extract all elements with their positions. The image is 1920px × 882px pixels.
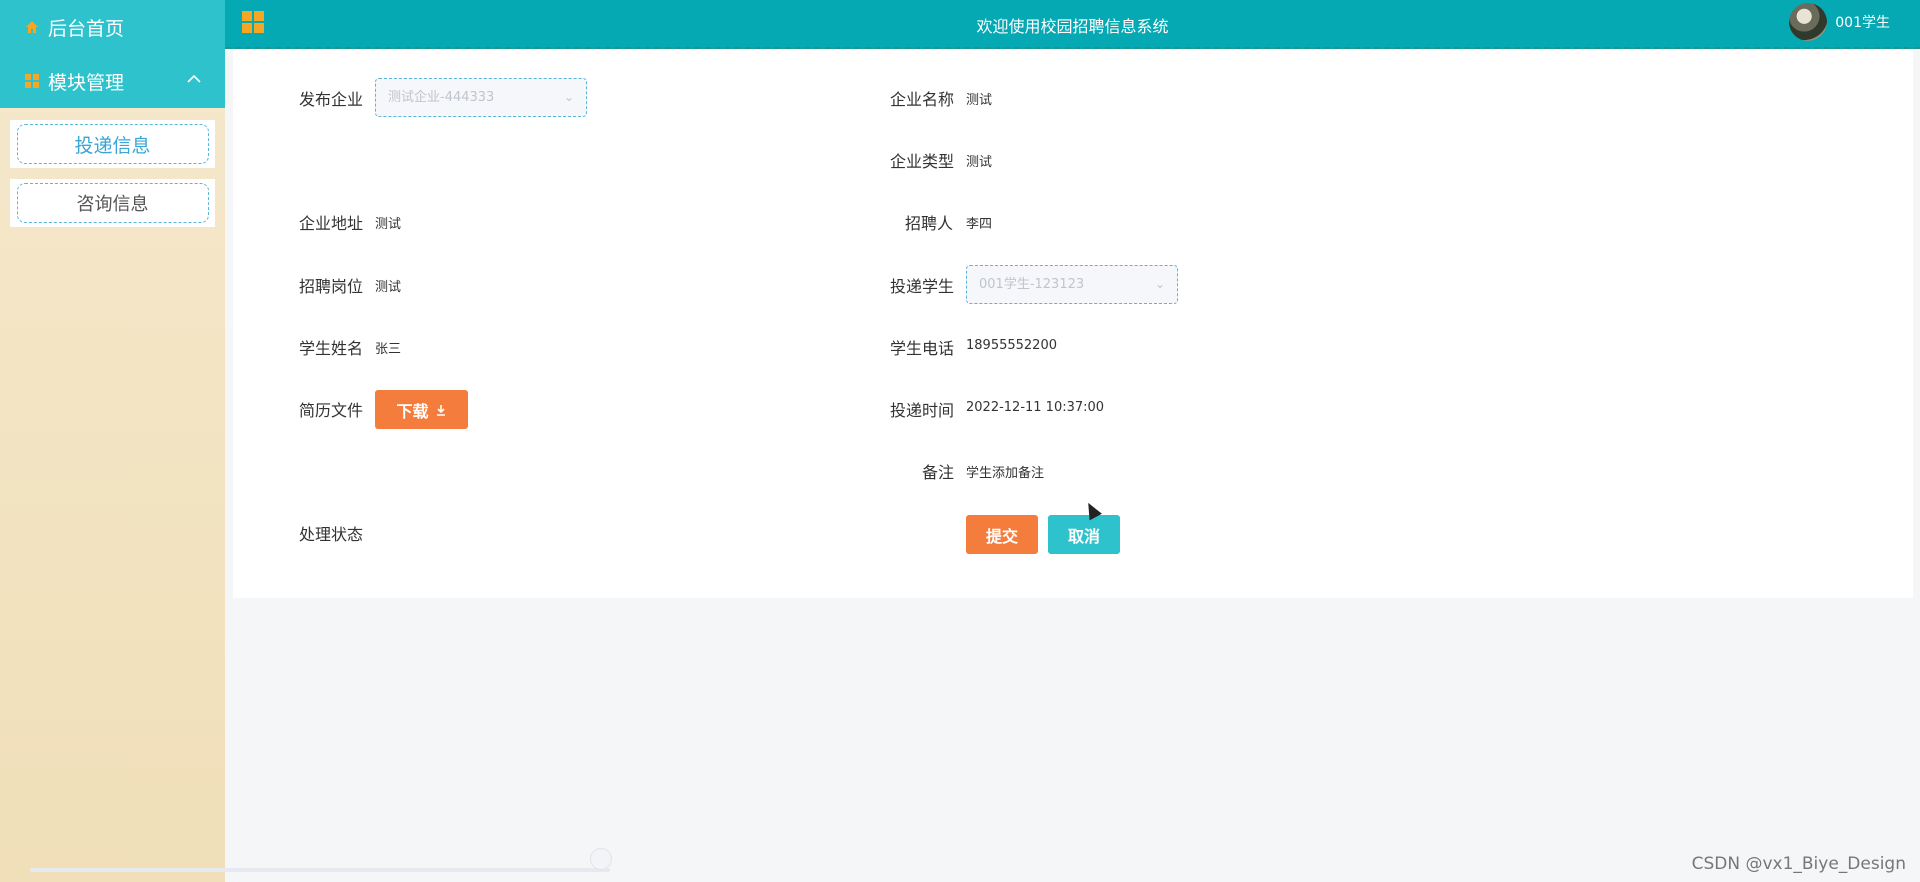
company-address-label: 企业地址	[299, 214, 364, 233]
resume-label: 简历文件	[299, 401, 364, 420]
submenu: 投递信息 咨询信息	[0, 108, 225, 227]
remark-value: 学生添加备注	[966, 466, 1045, 481]
sidebar-top: 后台首页 模块管理	[0, 0, 225, 108]
sidebar-item-module[interactable]: 模块管理	[0, 54, 225, 108]
sidebar-item-delivery[interactable]: 投递信息	[10, 120, 215, 168]
chevron-down-icon: ⌄	[1154, 277, 1165, 291]
sidebar-module-label: 模块管理	[48, 71, 125, 94]
grid-icon	[24, 73, 40, 89]
sidebar-item-consult[interactable]: 咨询信息	[10, 179, 215, 227]
submit-button[interactable]: 提交	[966, 515, 1038, 554]
download-icon	[435, 404, 447, 416]
page-title: 欢迎使用校园招聘信息系统	[976, 17, 1169, 36]
scrollbar-thumb[interactable]	[590, 848, 612, 870]
sidebar-item-home[interactable]: 后台首页	[0, 0, 225, 54]
publisher-label: 发布企业	[299, 90, 364, 109]
horizontal-scrollbar[interactable]	[30, 848, 612, 872]
remark-label: 备注	[922, 463, 955, 482]
delivery-time-label: 投递时间	[890, 401, 955, 420]
student-name-label: 学生姓名	[299, 339, 364, 358]
student-label: 投递学生	[890, 277, 955, 296]
student-phone-value: 18955552200	[966, 338, 1057, 353]
user-menu[interactable]: 001学生	[1789, 3, 1890, 41]
chevron-down-icon: ⌄	[563, 90, 574, 104]
company-type-label: 企业类型	[890, 152, 955, 171]
status-label: 处理状态	[299, 525, 364, 544]
publisher-select-value: 测试企业-444333	[388, 90, 495, 105]
company-address-value: 测试	[375, 217, 402, 232]
sidebar: 后台首页 模块管理 投递信息 咨询信息	[0, 0, 612, 882]
user-name: 001学生	[1835, 15, 1890, 31]
sidebar-item-consult-label: 咨询信息	[16, 183, 209, 223]
download-button[interactable]: 下载	[375, 390, 468, 429]
top-header: 欢迎使用校园招聘信息系统 001学生	[225, 0, 1920, 49]
download-label: 下载	[396, 401, 429, 421]
watermark: CSDN @vx1_Biye_Design	[1691, 854, 1906, 874]
company-type-value: 测试	[966, 155, 993, 170]
delivery-time-value: 2022-12-11 10:37:00	[966, 400, 1105, 415]
form-card: 发布企业 测试企业-444333 ⌄ 企业名称 测试 企业类型 测试 企业地址 …	[233, 49, 1913, 598]
recruiter-value: 李四	[966, 217, 993, 232]
sidebar-item-delivery-label: 投递信息	[16, 124, 209, 164]
student-select-value: 001学生-123123	[979, 277, 1085, 292]
student-phone-label: 学生电话	[890, 339, 955, 358]
student-name-value: 张三	[375, 342, 402, 357]
position-label: 招聘岗位	[299, 277, 364, 296]
avatar[interactable]	[1789, 3, 1828, 41]
chevron-up-icon	[187, 72, 201, 88]
company-name-value: 测试	[966, 93, 993, 108]
company-name-label: 企业名称	[890, 90, 955, 109]
recruiter-label: 招聘人	[905, 214, 954, 233]
home-icon	[24, 19, 40, 35]
cancel-button[interactable]: 取消	[1048, 515, 1120, 554]
student-select[interactable]: 001学生-123123 ⌄	[966, 265, 1178, 304]
sidebar-home-label: 后台首页	[48, 17, 125, 40]
publisher-select[interactable]: 测试企业-444333 ⌄	[375, 78, 587, 117]
position-value: 测试	[375, 280, 402, 295]
